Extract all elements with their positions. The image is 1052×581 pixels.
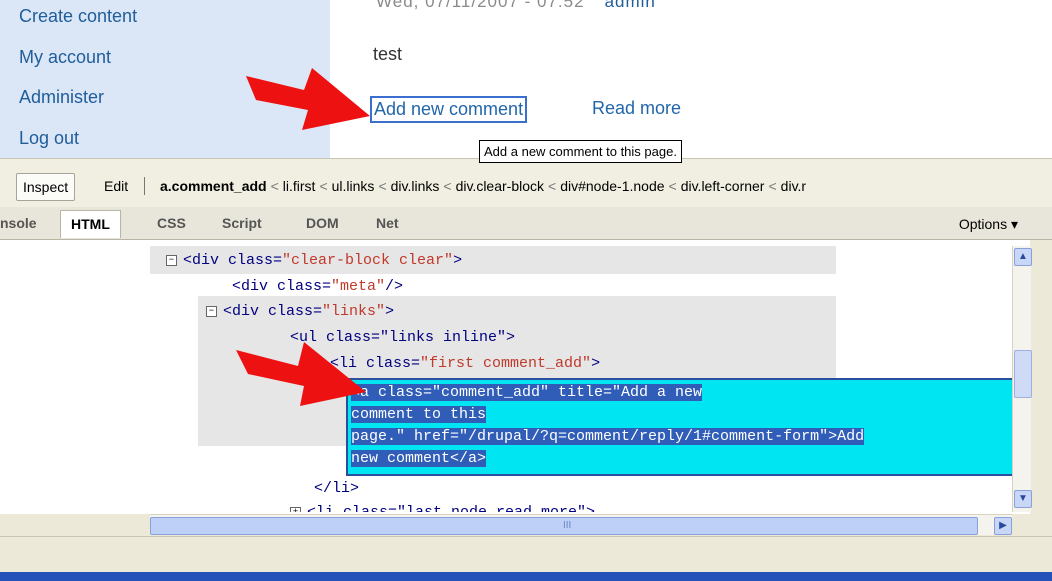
grip-icon: III <box>563 520 572 531</box>
html-node[interactable]: </li> <box>314 480 359 497</box>
inspect-button[interactable]: Inspect <box>16 173 76 201</box>
breadcrumb-separator: < <box>378 178 387 194</box>
sidebar-item-my-account[interactable]: My account <box>19 47 111 68</box>
sidebar-item-log-out[interactable]: Log out <box>19 128 79 149</box>
scroll-thumb[interactable]: III <box>150 517 978 535</box>
link-tooltip: Add a new comment to this page. <box>479 140 682 163</box>
selected-node-line: <a class="comment_add" title="Add a new <box>351 384 703 401</box>
add-new-comment-link[interactable]: Add new comment <box>370 96 528 123</box>
node-meta: Wed, 07/11/2007 - 07:52 admin <box>376 0 656 12</box>
tag-end: /> <box>385 278 404 295</box>
breadcrumb-item[interactable]: a.comment_add <box>160 178 267 194</box>
tab-html[interactable]: HTML <box>60 210 121 238</box>
html-tree-panel: − <div class="clear-block clear"> <div cl… <box>0 240 1030 514</box>
options-menu[interactable]: Options ▾ <box>959 216 1018 233</box>
node-content: Wed, 07/11/2007 - 07:52 admin test Add ne… <box>330 0 1052 158</box>
breadcrumb-item[interactable]: div.links <box>391 178 440 194</box>
breadcrumb-separator: < <box>548 178 557 194</box>
tab-dom[interactable]: DOM <box>306 215 339 231</box>
tab-css[interactable]: CSS <box>157 215 186 231</box>
sidebar-item-create-content[interactable]: Create content <box>19 6 137 27</box>
tab-script[interactable]: Script <box>222 215 262 231</box>
attr-name: class= <box>268 278 332 295</box>
attr-name: class= <box>219 252 283 269</box>
scroll-right-icon[interactable]: ▶ <box>994 517 1012 535</box>
tab-net[interactable]: Net <box>376 215 399 231</box>
breadcrumb-item[interactable]: ul.links <box>332 178 375 194</box>
node-date: Wed, 07/11/2007 - 07:52 <box>376 0 585 11</box>
collapse-icon[interactable]: − <box>206 305 217 317</box>
breadcrumb-separator: < <box>668 178 677 194</box>
breadcrumb-separator: < <box>768 178 777 194</box>
status-bar <box>0 536 1052 573</box>
tag-name: <div <box>232 278 269 295</box>
toolbar-divider <box>144 177 145 195</box>
tag-name: <div <box>223 303 260 320</box>
selected-node-line: new comment</a> <box>351 450 487 467</box>
sidebar-item-administer[interactable]: Administer <box>19 87 104 108</box>
attr-value: "links" <box>322 303 386 320</box>
vertical-scrollbar[interactable]: ▲ ▼ <box>1012 246 1032 512</box>
html-node[interactable]: − <div class="clear-block clear"> <box>166 252 462 269</box>
collapse-icon[interactable]: − <box>166 254 177 266</box>
taskbar <box>0 572 1052 581</box>
breadcrumb-separator: < <box>270 178 279 194</box>
attr-value: "clear-block clear" <box>282 252 454 269</box>
selected-node-line: page." href="/drupal/?q=comment/reply/1#… <box>351 428 865 445</box>
web-page: Create content My account Administer Log… <box>0 0 1052 158</box>
red-arrow-icon <box>246 68 370 130</box>
firebug-tab-bar: nsole HTML CSS Script DOM Net Options ▾ <box>0 207 1052 240</box>
attr-value: "first comment_add" <box>420 355 592 372</box>
scroll-up-icon[interactable]: ▲ <box>1014 248 1032 266</box>
attr-value: "meta" <box>331 278 386 295</box>
selected-node-line: comment to this <box>351 406 487 423</box>
breadcrumb-separator: < <box>319 178 328 194</box>
html-node[interactable]: <li class="first comment_add"> <box>330 355 600 372</box>
horizontal-scrollbar[interactable]: III ▶ <box>150 514 1012 535</box>
red-arrow-icon <box>236 342 366 406</box>
breadcrumb-item[interactable]: div.r <box>781 178 806 194</box>
html-node[interactable]: − <div class="links"> <box>206 303 394 320</box>
scroll-down-icon[interactable]: ▼ <box>1014 490 1032 508</box>
attr-name: class= <box>259 303 323 320</box>
element-breadcrumb: a.comment_add < li.first < ul.links < div.link… <box>160 178 806 194</box>
breadcrumb-item[interactable]: div#node-1.node <box>560 178 664 194</box>
breadcrumb-item[interactable]: li.first <box>283 178 316 194</box>
firebug-toolbar: Inspect Edit a.comment_add < li.first < ul.l… <box>0 158 1052 207</box>
read-more-link[interactable]: Read more <box>592 98 681 119</box>
tag-end: > <box>591 355 601 372</box>
tag-name: <div <box>183 252 220 269</box>
tag-end: > <box>385 303 395 320</box>
tag-text: <li class="last node_read_more"> <box>307 504 595 512</box>
breadcrumb-item[interactable]: div.left-corner <box>681 178 765 194</box>
node-body: test <box>373 44 403 64</box>
expand-icon[interactable]: + <box>290 506 301 512</box>
breadcrumb-item[interactable]: div.clear-block <box>456 178 544 194</box>
breadcrumb-separator: < <box>443 178 452 194</box>
edit-button[interactable]: Edit <box>104 178 128 194</box>
node-author-link[interactable]: admin <box>605 0 656 11</box>
tag-end: > <box>453 252 463 269</box>
html-node[interactable]: + <li class="last node_read_more"> <box>290 504 595 512</box>
html-node[interactable]: <div class="meta"/> <box>232 278 403 295</box>
tab-console[interactable]: nsole <box>0 215 37 231</box>
scroll-thumb[interactable] <box>1014 350 1032 398</box>
